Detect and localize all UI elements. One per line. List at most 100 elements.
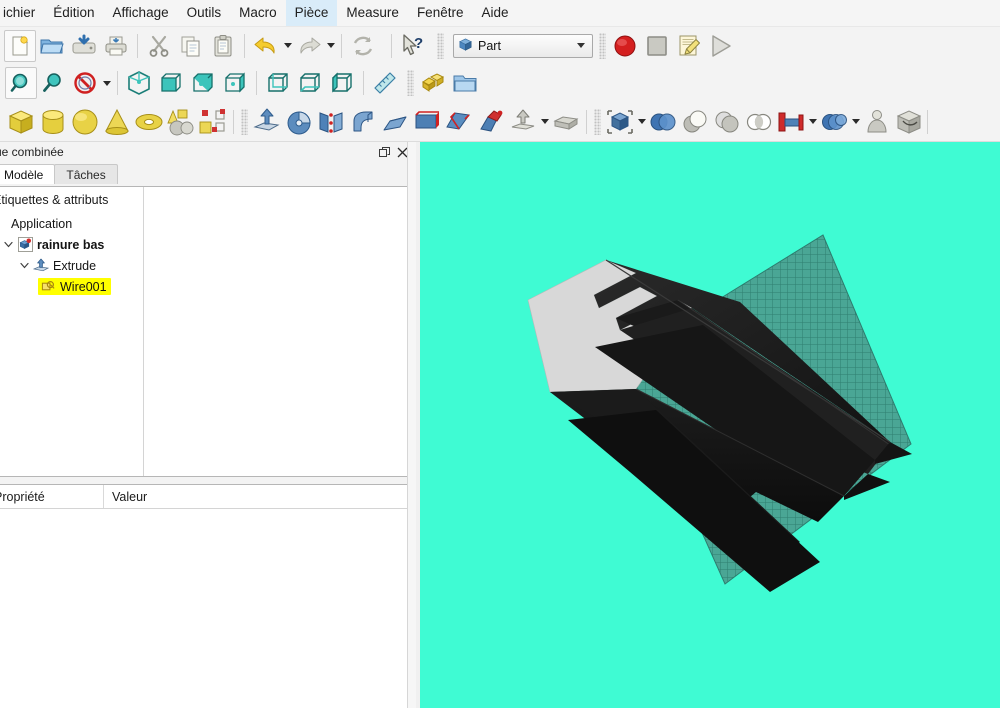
tab-taches[interactable]: Tâches [54, 164, 118, 184]
toolbar-grip[interactable] [241, 108, 248, 135]
draw-style-icon[interactable] [69, 67, 101, 99]
panel-scrollbar[interactable] [407, 142, 416, 708]
ruled-surface-icon[interactable] [411, 106, 443, 138]
section-caret-icon[interactable] [539, 106, 550, 138]
left-view-icon[interactable] [326, 67, 358, 99]
macro-stop-square-icon[interactable] [641, 30, 673, 62]
tree-expander-chevron-down-icon[interactable] [16, 261, 32, 270]
union-icon[interactable] [679, 106, 711, 138]
menu-affichage[interactable]: Affichage [104, 0, 178, 26]
create-primitives-icon[interactable] [165, 106, 197, 138]
create-part-icon[interactable] [417, 67, 449, 99]
loft-icon[interactable] [443, 106, 475, 138]
menu-piece[interactable]: Pièce [285, 0, 338, 26]
create-group-folder-icon[interactable] [449, 67, 481, 99]
model-tree-view[interactable]: Étiquettes & attributs Application rainu… [0, 186, 414, 477]
box-primitive-icon[interactable] [5, 106, 37, 138]
tree-node-extrude[interactable]: Extrude [0, 255, 413, 276]
paste-clipboard-icon[interactable] [207, 30, 239, 62]
right-view-icon[interactable] [219, 67, 251, 99]
cut-icon[interactable] [711, 106, 743, 138]
freecad-window: ichier Édition Affichage Outils Macro Pi… [0, 0, 1000, 708]
workbench-dropdown-caret-icon[interactable] [577, 43, 585, 48]
print-icon[interactable] [100, 30, 132, 62]
chamfer-icon[interactable] [379, 106, 411, 138]
split-caret-icon[interactable] [850, 106, 861, 138]
rear-view-icon[interactable] [262, 67, 294, 99]
macro-edit-notepad-icon[interactable] [673, 30, 705, 62]
3d-viewport[interactable] [420, 142, 1000, 708]
sphere-primitive-icon[interactable] [69, 106, 101, 138]
top-view-icon[interactable] [187, 67, 219, 99]
toolbar-separator [233, 109, 234, 134]
cross-sections-icon[interactable] [550, 106, 582, 138]
menu-outils[interactable]: Outils [178, 0, 231, 26]
save-icon[interactable] [68, 30, 100, 62]
menu-fichier[interactable]: ichier [0, 0, 44, 26]
toolbar-separator [137, 33, 138, 58]
join-caret-icon[interactable] [807, 106, 818, 138]
shape-builder-icon[interactable] [197, 106, 229, 138]
value-column-header[interactable]: Valeur [104, 485, 413, 508]
toolbar-separator [927, 109, 928, 134]
property-editor[interactable]: Propriété Valeur [0, 484, 414, 708]
split-icon[interactable] [818, 106, 850, 138]
menu-measure[interactable]: Measure [337, 0, 408, 26]
refresh-icon[interactable] [347, 30, 379, 62]
tab-modele[interactable]: Modèle [0, 164, 56, 184]
extrude-icon[interactable] [251, 106, 283, 138]
whats-this-cursor-icon[interactable]: ? [397, 30, 429, 62]
tree-node-selected-highlight[interactable]: Wire001 [38, 278, 111, 295]
cut-scissors-icon[interactable] [143, 30, 175, 62]
fillet-icon[interactable] [347, 106, 379, 138]
boolean-icon[interactable] [647, 106, 679, 138]
join-connect-icon[interactable] [775, 106, 807, 138]
new-document-icon[interactable] [4, 29, 36, 62]
tree-node-label: Wire001 [60, 279, 107, 294]
thickness-icon[interactable] [893, 106, 925, 138]
draw-style-caret-icon[interactable] [101, 67, 112, 99]
macro-execute-play-icon[interactable] [705, 30, 737, 62]
open-folder-icon[interactable] [36, 30, 68, 62]
mirror-icon[interactable] [315, 106, 347, 138]
measure-ruler-icon[interactable] [369, 67, 401, 99]
front-view-icon[interactable] [155, 67, 187, 99]
toolbar-grip[interactable] [437, 32, 444, 59]
property-header-row: Propriété Valeur [0, 485, 413, 509]
fit-all-icon[interactable] [5, 67, 37, 99]
axonometric-view-icon[interactable] [123, 67, 155, 99]
tab-modele-label: Modèle [4, 167, 44, 182]
macro-record-red-circle-icon[interactable] [609, 30, 641, 62]
zoom-box-icon[interactable] [37, 67, 69, 99]
tree-node-document[interactable]: rainure bas [0, 234, 413, 255]
copy-icon[interactable] [175, 30, 207, 62]
redo-dropdown-caret-icon[interactable] [325, 30, 336, 62]
cone-primitive-icon[interactable] [101, 106, 133, 138]
toolbar-grip[interactable] [407, 70, 414, 96]
compound-caret-icon[interactable] [636, 106, 647, 138]
redo-arrow-icon[interactable] [293, 30, 325, 62]
sweep-icon[interactable] [475, 106, 507, 138]
bottom-view-icon[interactable] [294, 67, 326, 99]
undo-arrow-icon[interactable] [250, 30, 282, 62]
revolve-icon[interactable] [283, 106, 315, 138]
section-icon[interactable] [507, 106, 539, 138]
undo-dropdown-caret-icon[interactable] [282, 30, 293, 62]
menu-fenetre[interactable]: Fenêtre [408, 0, 473, 26]
tree-node-application[interactable]: Application [0, 213, 413, 234]
offset-icon[interactable] [861, 106, 893, 138]
undock-icon[interactable] [378, 146, 391, 159]
menu-macro[interactable]: Macro [230, 0, 286, 26]
toolbar-grip[interactable] [599, 32, 606, 59]
menu-aide[interactable]: Aide [472, 0, 517, 26]
intersection-icon[interactable] [743, 106, 775, 138]
compound-icon[interactable] [604, 106, 636, 138]
tree-expander-chevron-down-icon[interactable] [0, 240, 16, 249]
toolbar-grip[interactable] [594, 108, 601, 135]
cylinder-primitive-icon[interactable] [37, 106, 69, 138]
workbench-selector[interactable]: Part [453, 33, 593, 58]
menu-edition[interactable]: Édition [44, 0, 103, 26]
tree-node-wire001[interactable]: Wire001 [0, 276, 413, 297]
torus-primitive-icon[interactable] [133, 106, 165, 138]
property-column-header[interactable]: Propriété [0, 485, 104, 508]
